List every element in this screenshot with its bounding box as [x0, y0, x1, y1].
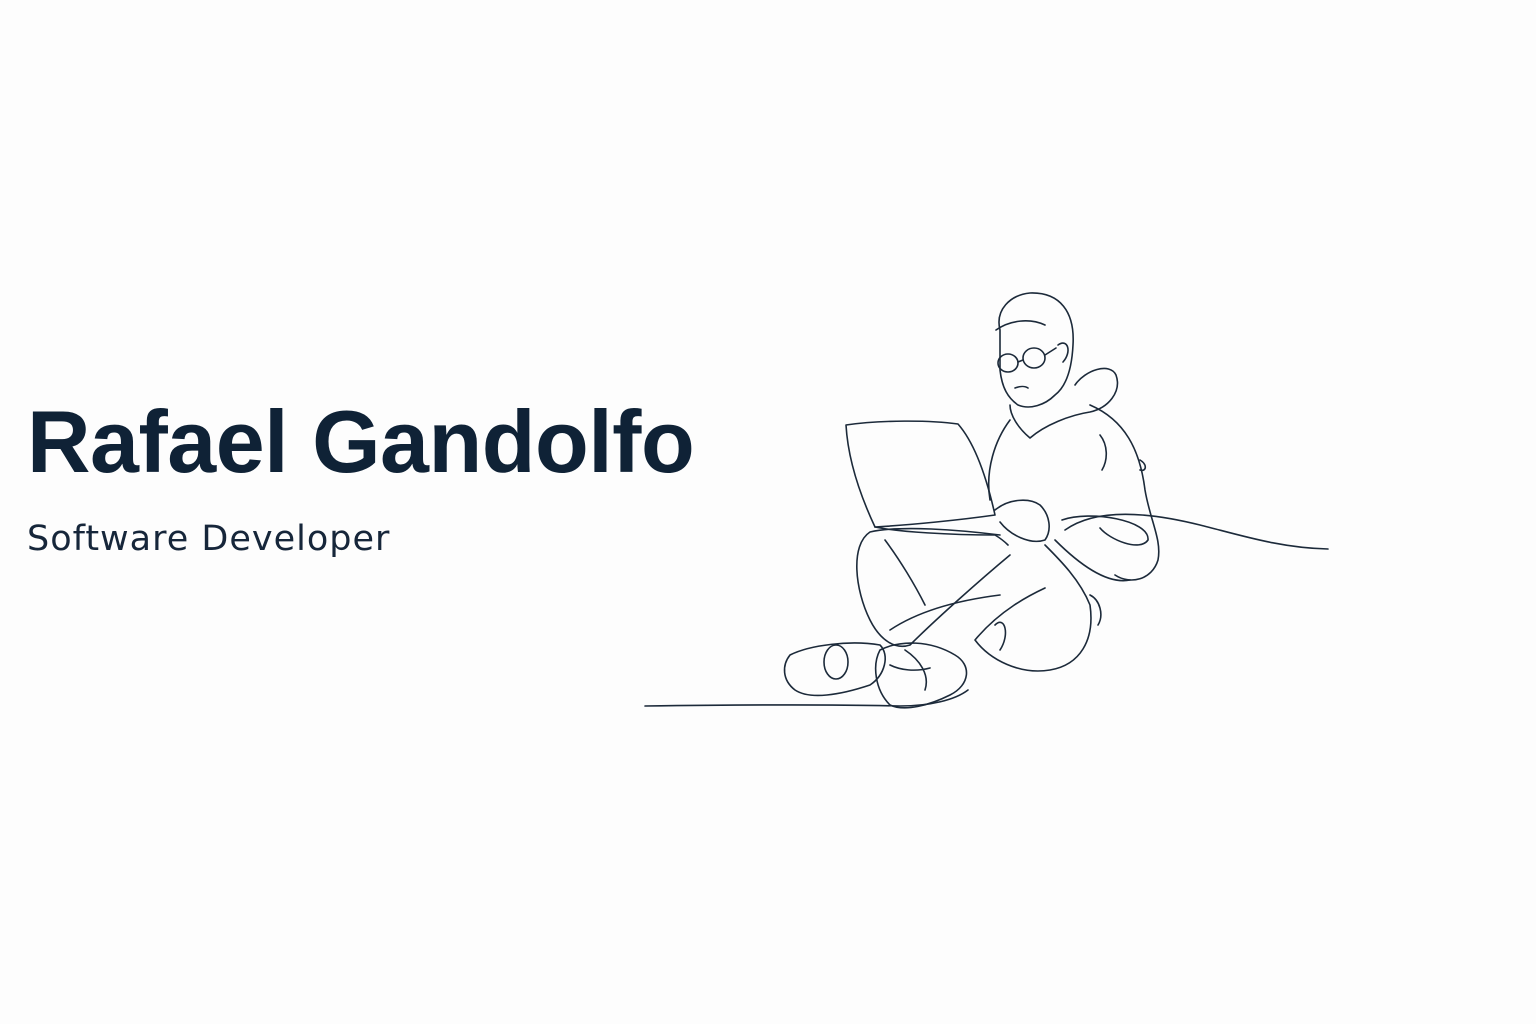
- ear-outline: [1057, 342, 1069, 363]
- torso-outline: [987, 404, 1160, 581]
- glasses-right-lens: [1022, 347, 1046, 369]
- leg-left: [856, 527, 1011, 647]
- sleeve-line: [1099, 434, 1147, 472]
- hood-outline: [1009, 367, 1119, 439]
- hands-outline: [994, 499, 1050, 542]
- head-outline: [998, 292, 1074, 408]
- mouth-line: [1014, 385, 1029, 389]
- leg-right: [974, 544, 1092, 672]
- glasses-left-lens: [997, 353, 1019, 373]
- knee-line: [889, 594, 1007, 651]
- hair-line: [995, 320, 1046, 331]
- shoe-left: [783, 642, 886, 697]
- ground-line: [644, 689, 969, 707]
- portfolio-hero: Rafael Gandolfo Software Developer: [0, 0, 1536, 1024]
- developer-with-laptop-icon: [644, 292, 1329, 709]
- shoe-left-loop: [823, 644, 849, 680]
- shoe-right-lace: [889, 649, 931, 691]
- laptop-screen: [845, 420, 996, 528]
